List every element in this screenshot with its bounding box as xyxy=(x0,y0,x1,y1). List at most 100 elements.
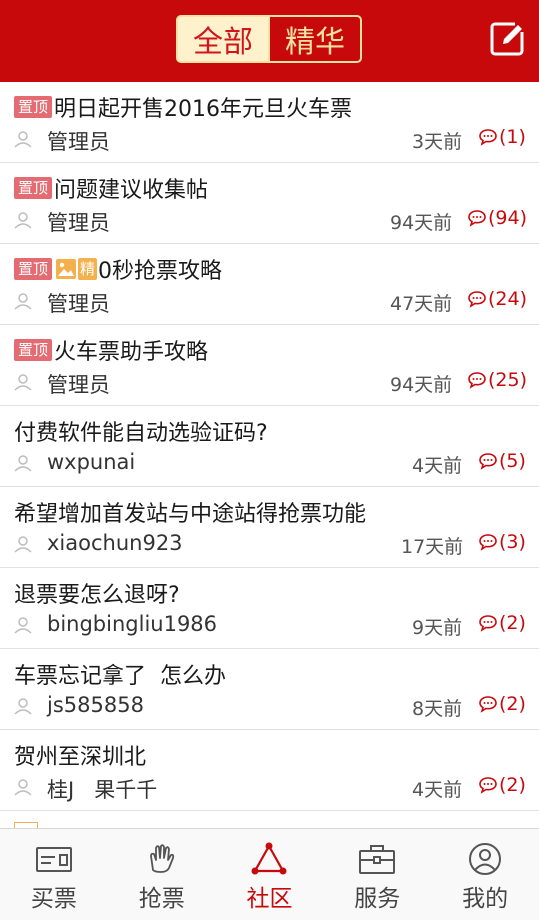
post-author: bingbingliu1986 xyxy=(47,612,218,636)
pinned-badge: 置顶 xyxy=(14,96,53,118)
compose-icon[interactable] xyxy=(490,21,525,56)
user-icon xyxy=(14,536,32,553)
comment-count-value: (2) xyxy=(499,612,526,634)
image-icon xyxy=(56,259,77,279)
essence-badge: 精 xyxy=(78,258,98,280)
comment-count-value: (2) xyxy=(499,693,526,715)
post-time: 8天前 xyxy=(412,698,463,720)
comment-count-value: (5) xyxy=(499,450,526,472)
post-row[interactable]: 贺州至深圳北 桂J 果千千 4天前 (2) xyxy=(0,730,539,811)
tab-mine[interactable]: 我的 xyxy=(431,829,539,920)
post-title-line: 退票要怎么退呀? xyxy=(14,579,180,608)
comment-icon xyxy=(479,453,497,470)
user-icon xyxy=(14,779,32,796)
comment-icon xyxy=(479,777,497,794)
user-icon xyxy=(14,374,32,391)
post-title-line: 置顶 火车票助手攻略 xyxy=(14,336,209,365)
post-row[interactable]: 置顶 问题建议收集帖 管理员 94天前 (94) xyxy=(0,163,539,244)
post-author: wxpunai xyxy=(47,450,136,474)
post-title-line: 置顶 精 0秒抢票攻略 xyxy=(14,255,222,284)
comment-count: (25) xyxy=(467,369,527,391)
comment-count-value: (94) xyxy=(488,207,528,229)
comment-count-value: (3) xyxy=(499,531,526,553)
comment-count-value: (2) xyxy=(499,774,526,796)
post-title-line: 置顶 问题建议收集帖 xyxy=(14,174,209,203)
post-time: 47天前 xyxy=(390,293,453,315)
grab-hand-icon xyxy=(149,844,174,873)
post-time: 94天前 xyxy=(390,374,453,396)
post-time: 4天前 xyxy=(412,779,463,801)
user-icon xyxy=(14,698,32,715)
post-title: 贺州至深圳北 xyxy=(14,745,147,770)
user-icon xyxy=(14,212,32,229)
comment-count-value: (25) xyxy=(488,369,528,391)
post-author: xiaochun923 xyxy=(47,531,183,555)
app-header: 全部 精华 xyxy=(0,0,539,82)
comment-icon xyxy=(479,615,497,632)
tab-essence[interactable]: 精华 xyxy=(268,17,360,61)
post-title: 明日起开售2016年元旦火车票 xyxy=(54,97,353,122)
bottom-tab-bar: 买票 抢票 社区 服务 我的 xyxy=(0,828,539,920)
post-title: 火车票助手攻略 xyxy=(54,340,209,365)
comment-count-value: (1) xyxy=(499,126,526,148)
user-icon xyxy=(14,293,32,310)
post-title-line: 希望增加首发站与中途站得抢票功能 xyxy=(14,498,367,527)
tab-grab-ticket-label: 抢票 xyxy=(138,886,185,912)
tab-community[interactable]: 社区 xyxy=(216,829,324,920)
profile-icon xyxy=(469,843,502,875)
comment-icon xyxy=(479,534,497,551)
briefcase-icon xyxy=(359,845,396,874)
post-row[interactable]: 退票要怎么退呀? bingbingliu1986 9天前 (2) xyxy=(0,568,539,649)
post-title: 付费软件能自动选验证码? xyxy=(14,421,268,446)
post-author: 管理员 xyxy=(47,373,110,397)
post-row[interactable]: 置顶 明日起开售2016年元旦火车票 管理员 3天前 (1) xyxy=(0,82,539,163)
post-row[interactable]: 置顶 火车票助手攻略 管理员 94天前 (25) xyxy=(0,325,539,406)
post-title: 问题建议收集帖 xyxy=(54,178,209,203)
post-title-line: 车票忘记拿了 怎么办 xyxy=(14,660,226,689)
post-author: 管理员 xyxy=(47,292,110,316)
post-title: 退票要怎么退呀? xyxy=(14,583,180,608)
post-row[interactable]: 车票忘记拿了 怎么办 js585858 8天前 (2) xyxy=(0,649,539,730)
comment-count: (24) xyxy=(467,288,527,310)
segmented-tab-control: 全部 精华 xyxy=(176,15,362,63)
user-icon xyxy=(14,455,32,472)
tab-grab-ticket[interactable]: 抢票 xyxy=(108,829,216,920)
post-title: 车票忘记拿了 怎么办 xyxy=(14,664,226,689)
tab-buy-ticket[interactable]: 买票 xyxy=(0,829,108,920)
comment-count: (1) xyxy=(478,126,526,148)
comment-count-value: (24) xyxy=(488,288,528,310)
post-title-line: 置顶 明日起开售2016年元旦火车票 xyxy=(14,93,353,122)
comment-icon xyxy=(479,129,497,146)
post-time: 94天前 xyxy=(390,212,453,234)
comment-count: (94) xyxy=(467,207,527,229)
tab-all[interactable]: 全部 xyxy=(178,17,268,61)
tab-mine-label: 我的 xyxy=(462,886,509,912)
tab-service-label: 服务 xyxy=(354,886,401,912)
comment-icon xyxy=(468,372,486,389)
community-triangle-icon xyxy=(251,842,287,875)
comment-count: (5) xyxy=(478,450,526,472)
comment-icon xyxy=(479,696,497,713)
comment-count: (3) xyxy=(478,531,526,553)
post-row[interactable]: 置顶 精 0秒抢票攻略 管理员 47天前 (24) xyxy=(0,244,539,325)
ticket-icon xyxy=(35,847,72,872)
post-author: 桂J 果千千 xyxy=(47,778,158,802)
tab-buy-ticket-label: 买票 xyxy=(30,886,77,912)
post-time: 4天前 xyxy=(412,455,463,477)
tab-service[interactable]: 服务 xyxy=(323,829,431,920)
post-time: 17天前 xyxy=(401,536,464,558)
post-author: js585858 xyxy=(47,693,144,717)
post-time: 9天前 xyxy=(412,617,463,639)
pinned-badge: 置顶 xyxy=(14,258,53,280)
tab-community-label: 社区 xyxy=(246,886,293,912)
post-row[interactable]: 付费软件能自动选验证码? wxpunai 4天前 (5) xyxy=(0,406,539,487)
post-author: 管理员 xyxy=(47,211,110,235)
post-title-line: 付费软件能自动选验证码? xyxy=(14,417,268,446)
pinned-badge: 置顶 xyxy=(14,339,53,361)
post-title: 希望增加首发站与中途站得抢票功能 xyxy=(14,502,367,527)
post-row[interactable]: 希望增加首发站与中途站得抢票功能 xiaochun923 17天前 (3) xyxy=(0,487,539,568)
comment-count: (2) xyxy=(478,693,526,715)
user-icon xyxy=(14,617,32,634)
post-author: 管理员 xyxy=(47,130,110,154)
comment-count: (2) xyxy=(478,612,526,634)
